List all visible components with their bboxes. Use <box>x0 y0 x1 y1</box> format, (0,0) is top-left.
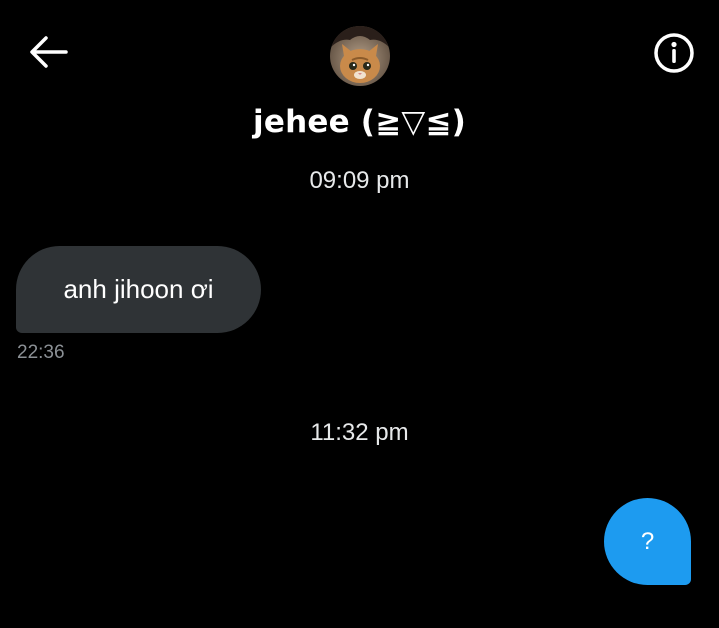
info-button[interactable] <box>652 32 696 79</box>
time-divider: 09:09 pm <box>309 167 410 194</box>
message-timestamp: 22:36 <box>17 342 65 363</box>
sent-message-bubble[interactable]: ? <box>604 498 691 585</box>
arrow-left-icon <box>28 35 68 74</box>
message-text: ? <box>640 527 655 555</box>
back-button[interactable] <box>26 34 70 74</box>
received-message-bubble[interactable]: anh jihoon ơi <box>16 246 261 333</box>
message-text: anh jihoon ơi <box>63 274 214 304</box>
time-divider: 11:32 pm <box>310 419 409 446</box>
info-circle-icon <box>653 32 695 79</box>
avatar[interactable] <box>330 26 390 86</box>
display-name: jehee (≧▽≦) <box>253 104 466 140</box>
